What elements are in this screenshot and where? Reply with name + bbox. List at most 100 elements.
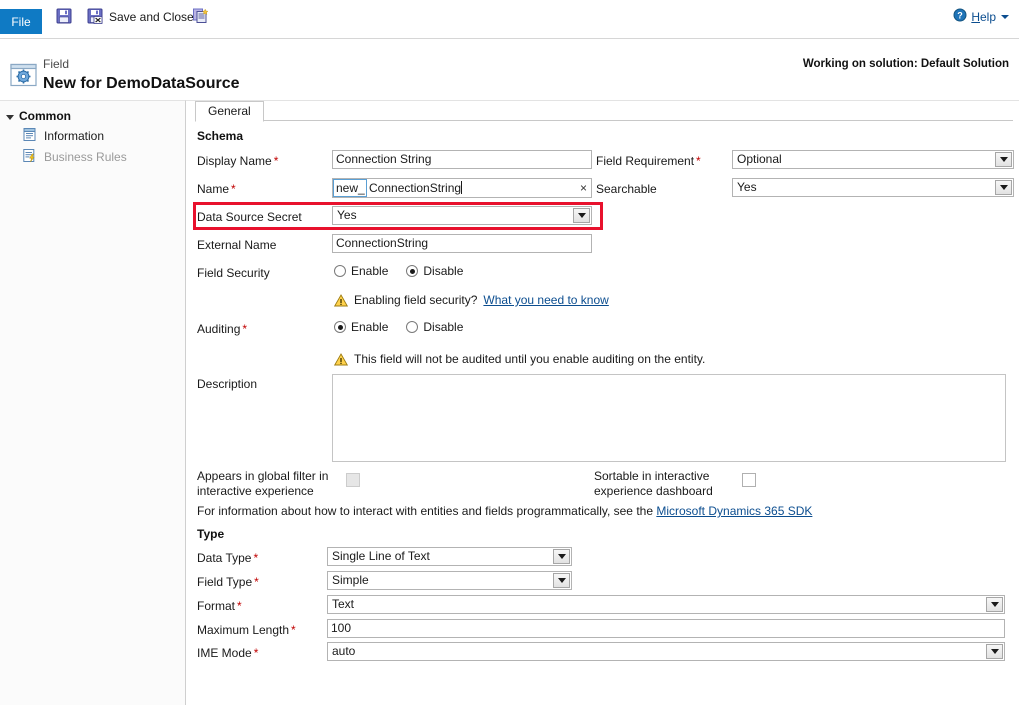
input-maximum-length-value: 100 [331,621,351,635]
save-and-close-icon [86,7,104,28]
clear-icon[interactable]: × [580,180,587,197]
warning-auditing-text: This field will not be audited until you… [354,352,705,366]
warning-field-security-text: Enabling field security? [354,293,477,307]
required-asterisk: * [291,623,296,637]
working-solution-label: Working on solution: Default Solution [803,58,1009,70]
label-external-name: External Name [197,238,276,252]
chevron-down-icon [1001,15,1009,19]
radio-auditing-disable[interactable]: Disable [406,320,463,334]
page-subtitle: Field [43,57,69,71]
label-field-security: Field Security [197,266,270,280]
label-name-text: Name [197,182,229,196]
required-asterisk: * [696,154,701,168]
save-and-close-button[interactable]: Save and Close [86,4,194,30]
select-field-requirement[interactable]: Optional [732,150,1014,169]
radio-field-security-enable[interactable]: Enable [334,264,388,278]
label-external-name-text: External Name [197,238,276,252]
radio-group-field-security: Enable Disable [334,264,481,278]
text-cursor [461,181,462,194]
label-data-source-secret-text: Data Source Secret [197,210,302,224]
warning-auditing: This field will not be audited until you… [334,352,705,366]
input-name-value: ConnectionString [369,181,461,195]
required-asterisk: * [253,551,258,565]
sidebar-group-label: Common [19,109,71,123]
label-sortable: Sortable in interactive experience dashb… [594,469,744,499]
label-field-security-text: Field Security [197,266,270,280]
link-what-you-need-to-know[interactable]: What you need to know [483,293,608,307]
label-description: Description [197,377,257,391]
radio-auditing-enable-label: Enable [351,320,388,334]
sidebar-item-label: Information [44,129,104,143]
ribbon-toolbar: File Save and Close [0,0,1019,39]
sdk-note: For information about how to interact wi… [197,504,812,518]
input-external-name[interactable]: ConnectionString [332,234,592,253]
radio-field-security-disable-label: Disable [423,264,463,278]
select-data-source-secret-value: Yes [337,208,357,222]
label-ime-mode: IME Mode* [197,646,258,660]
label-ime-mode-text: IME Mode [197,646,252,660]
select-searchable[interactable]: Yes [732,178,1014,197]
select-field-type[interactable]: Simple [327,571,572,590]
chevron-down-icon [6,115,14,120]
help-label-rest: elp [980,10,996,24]
select-field-requirement-value: Optional [737,152,782,166]
select-format-value: Text [332,597,354,611]
label-auditing: Auditing* [197,322,247,336]
field-gear-icon [9,63,39,89]
label-searchable: Searchable [596,182,657,196]
tab-general[interactable]: General [195,101,264,122]
label-field-type-text: Field Type [197,575,252,589]
radio-icon [406,321,418,333]
label-data-source-secret: Data Source Secret [197,210,302,224]
label-data-type-text: Data Type [197,551,251,565]
select-data-type-value: Single Line of Text [332,549,430,563]
chevron-down-icon [573,208,590,223]
select-format[interactable]: Text [327,595,1005,614]
textarea-description[interactable] [332,374,1006,462]
input-external-name-value: ConnectionString [336,236,428,250]
label-data-type: Data Type* [197,551,258,565]
required-asterisk: * [242,322,247,336]
help-menu[interactable]: ? Help [953,8,1009,25]
page-title: New for DemoDataSource [43,75,240,93]
save-and-close-label: Save and Close [109,10,194,24]
chevron-down-icon [995,180,1012,195]
sidebar-group-common[interactable]: Common [6,109,71,123]
input-name-value-wrap: ConnectionString [369,179,462,197]
label-global-filter-text: Appears in global filter in interactive … [197,469,328,498]
radio-icon-selected [406,265,418,277]
link-dynamics-365-sdk[interactable]: Microsoft Dynamics 365 SDK [656,504,812,518]
sidebar-item-business-rules[interactable]: Business Rules [22,148,127,166]
label-display-name-text: Display Name [197,154,272,168]
required-asterisk: * [254,646,259,660]
select-ime-mode-value: auto [332,644,355,658]
file-tab[interactable]: File [0,9,42,34]
input-maximum-length[interactable]: 100 [327,619,1005,638]
new-record-button[interactable] [192,4,210,30]
checkbox-global-filter[interactable] [346,473,360,487]
information-icon [22,127,37,145]
label-maximum-length: Maximum Length* [197,623,296,637]
label-field-requirement: Field Requirement* [596,154,701,168]
save-icon [55,7,73,28]
select-data-source-secret[interactable]: Yes [332,206,592,225]
label-searchable-text: Searchable [596,182,657,196]
section-title-schema: Schema [197,129,243,143]
help-icon: ? [953,8,967,25]
select-data-type[interactable]: Single Line of Text [327,547,572,566]
checkbox-sortable[interactable] [742,473,756,487]
radio-field-security-disable[interactable]: Disable [406,264,463,278]
input-display-name[interactable]: Connection String [332,150,592,169]
select-ime-mode[interactable]: auto [327,642,1005,661]
input-name[interactable]: new_ ConnectionString × [332,178,592,198]
label-display-name: Display Name* [197,154,278,168]
radio-auditing-enable[interactable]: Enable [334,320,388,334]
sidebar-item-information[interactable]: Information [22,127,104,145]
save-button[interactable] [55,4,73,30]
form-content: General Schema Display Name* Connection … [186,100,1019,705]
sidebar-item-label: Business Rules [44,150,127,164]
radio-auditing-disable-label: Disable [423,320,463,334]
label-maximum-length-text: Maximum Length [197,623,289,637]
new-record-icon [192,7,210,28]
select-searchable-value: Yes [737,180,757,194]
